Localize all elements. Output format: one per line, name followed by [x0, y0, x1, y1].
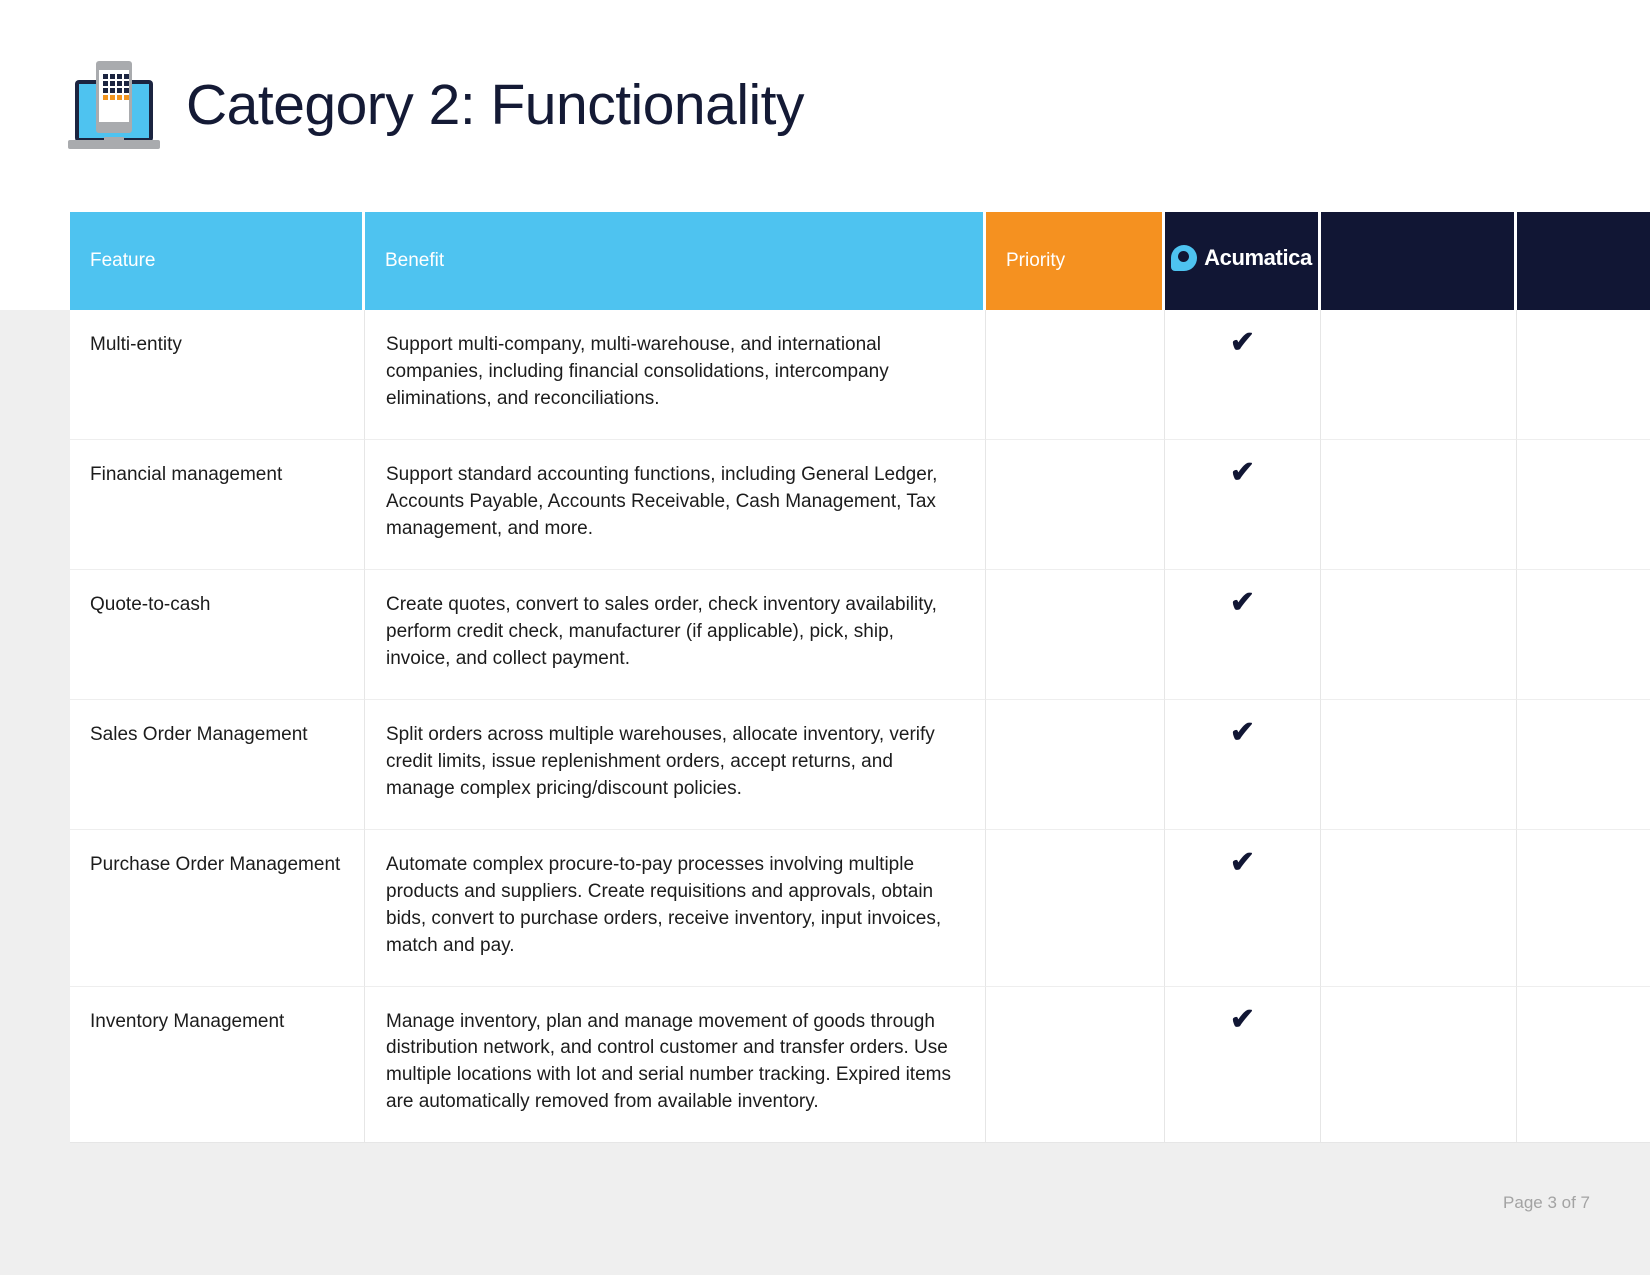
cell-benefit: Split orders across multiple warehouses,… [365, 699, 986, 830]
laptop-mobile-icon [68, 59, 160, 151]
acumatica-wordmark: Acumatica [1204, 245, 1312, 270]
cell-benefit: Manage inventory, plan and manage moveme… [365, 986, 986, 1144]
cell-vendor2[interactable] [1321, 829, 1517, 987]
cell-vendor2[interactable] [1321, 310, 1517, 440]
acumatica-logo: Acumatica [1171, 245, 1312, 271]
table-row: Financial management Support standard acc… [70, 439, 1650, 570]
table-header-row: Feature Benefit Priority Acumatica [70, 212, 1650, 310]
cell-priority[interactable] [986, 310, 1165, 440]
check-icon: ✔ [1229, 1002, 1256, 1036]
mobile-phone-shape [96, 61, 132, 133]
cell-feature: Quote-to-cash [70, 569, 365, 700]
check-icon: ✔ [1229, 715, 1256, 749]
cell-vendor3[interactable] [1517, 439, 1650, 570]
cell-priority[interactable] [986, 569, 1165, 700]
cell-feature: Multi-entity [70, 310, 365, 440]
table-row: Multi-entity Support multi-company, multi… [70, 310, 1650, 440]
cell-benefit: Create quotes, convert to sales order, c… [365, 569, 986, 700]
cell-vendor2[interactable] [1321, 699, 1517, 830]
cell-vendor3[interactable] [1517, 310, 1650, 440]
check-icon: ✔ [1229, 326, 1256, 359]
cell-priority[interactable] [986, 986, 1165, 1144]
table-row: Quote-to-cash Create quotes, convert to s… [70, 569, 1650, 700]
feature-comparison-table: Feature Benefit Priority Acumatica Multi… [70, 212, 1650, 1144]
check-icon: ✔ [1229, 455, 1256, 489]
cell-vendor1[interactable]: ✔ [1165, 986, 1321, 1144]
table-header: Feature Benefit Priority Acumatica [70, 212, 1650, 310]
cell-vendor2[interactable] [1321, 986, 1517, 1144]
cell-feature: Sales Order Management [70, 699, 365, 830]
check-icon: ✔ [1229, 845, 1256, 879]
page-header: Category 2: Functionality [0, 0, 1650, 210]
cell-feature: Financial management [70, 439, 365, 570]
cell-vendor2[interactable] [1321, 569, 1517, 700]
cell-benefit: Support standard accounting functions, i… [365, 439, 986, 570]
cell-vendor3[interactable] [1517, 986, 1650, 1144]
column-header-vendor-2[interactable] [1321, 212, 1517, 310]
cell-benefit: Support multi-company, multi-warehouse, … [365, 310, 986, 440]
cell-vendor1[interactable]: ✔ [1165, 439, 1321, 570]
mobile-phone-screen [99, 70, 129, 122]
check-icon: ✔ [1229, 585, 1256, 619]
laptop-base-shape [68, 140, 160, 149]
cell-vendor1[interactable]: ✔ [1165, 699, 1321, 830]
cell-vendor1[interactable]: ✔ [1165, 310, 1321, 440]
cell-vendor1[interactable]: ✔ [1165, 569, 1321, 700]
cell-priority[interactable] [986, 439, 1165, 570]
mobile-phone-app-grid [103, 74, 129, 100]
column-header-benefit[interactable]: Benefit [365, 212, 986, 310]
page-title: Category 2: Functionality [186, 72, 804, 137]
cell-vendor2[interactable] [1321, 439, 1517, 570]
cell-priority[interactable] [986, 699, 1165, 830]
table-row: Inventory Management Manage inventory, pl… [70, 986, 1650, 1144]
column-header-vendor-3[interactable] [1517, 212, 1650, 310]
page-number-footer: Page 3 of 7 [1503, 1193, 1590, 1212]
table-row: Purchase Order Management Automate comple… [70, 829, 1650, 987]
cell-benefit: Automate complex procure-to-pay processe… [365, 829, 986, 987]
cell-vendor3[interactable] [1517, 699, 1650, 830]
table-row: Sales Order Management Split orders acros… [70, 699, 1650, 830]
table-body: Multi-entity Support multi-company, multi… [70, 310, 1650, 1144]
column-header-acumatica[interactable]: Acumatica [1165, 212, 1321, 310]
cell-feature: Inventory Management [70, 986, 365, 1144]
acumatica-droplet-icon [1171, 245, 1198, 271]
cell-vendor3[interactable] [1517, 829, 1650, 987]
cell-feature: Purchase Order Management [70, 829, 365, 987]
column-header-feature[interactable]: Feature [70, 212, 365, 310]
cell-vendor1[interactable]: ✔ [1165, 829, 1321, 987]
cell-priority[interactable] [986, 829, 1165, 987]
column-header-priority[interactable]: Priority [986, 212, 1165, 310]
cell-vendor3[interactable] [1517, 569, 1650, 700]
